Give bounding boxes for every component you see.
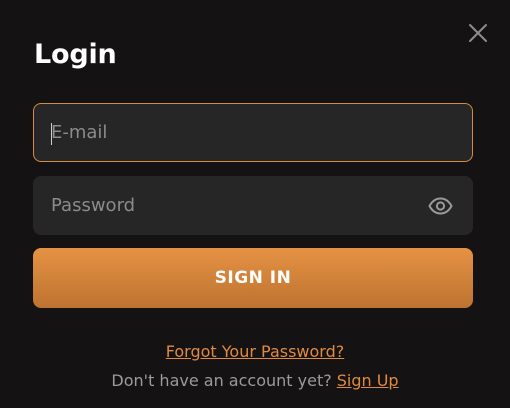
text-caret [51,123,52,145]
sign-in-button[interactable]: SIGN IN [33,248,473,308]
eye-icon [428,197,452,215]
signup-prompt: Don't have an account yet? Sign Up [0,370,510,392]
no-account-text: Don't have an account yet? [111,371,332,390]
close-icon [469,24,487,42]
forgot-password-row: Forgot Your Password? [0,341,510,363]
login-modal: Login SIGN IN Forgot Your Password? Don'… [0,0,510,408]
password-field[interactable] [34,177,472,234]
sign-up-link[interactable]: Sign Up [337,371,399,390]
modal-title: Login [34,39,117,70]
forgot-password-link[interactable]: Forgot Your Password? [166,342,345,361]
email-field[interactable] [34,104,472,161]
email-field-container [33,103,473,162]
toggle-password-visibility-button[interactable] [427,194,453,218]
password-field-container [33,176,473,235]
close-button[interactable] [466,21,490,45]
